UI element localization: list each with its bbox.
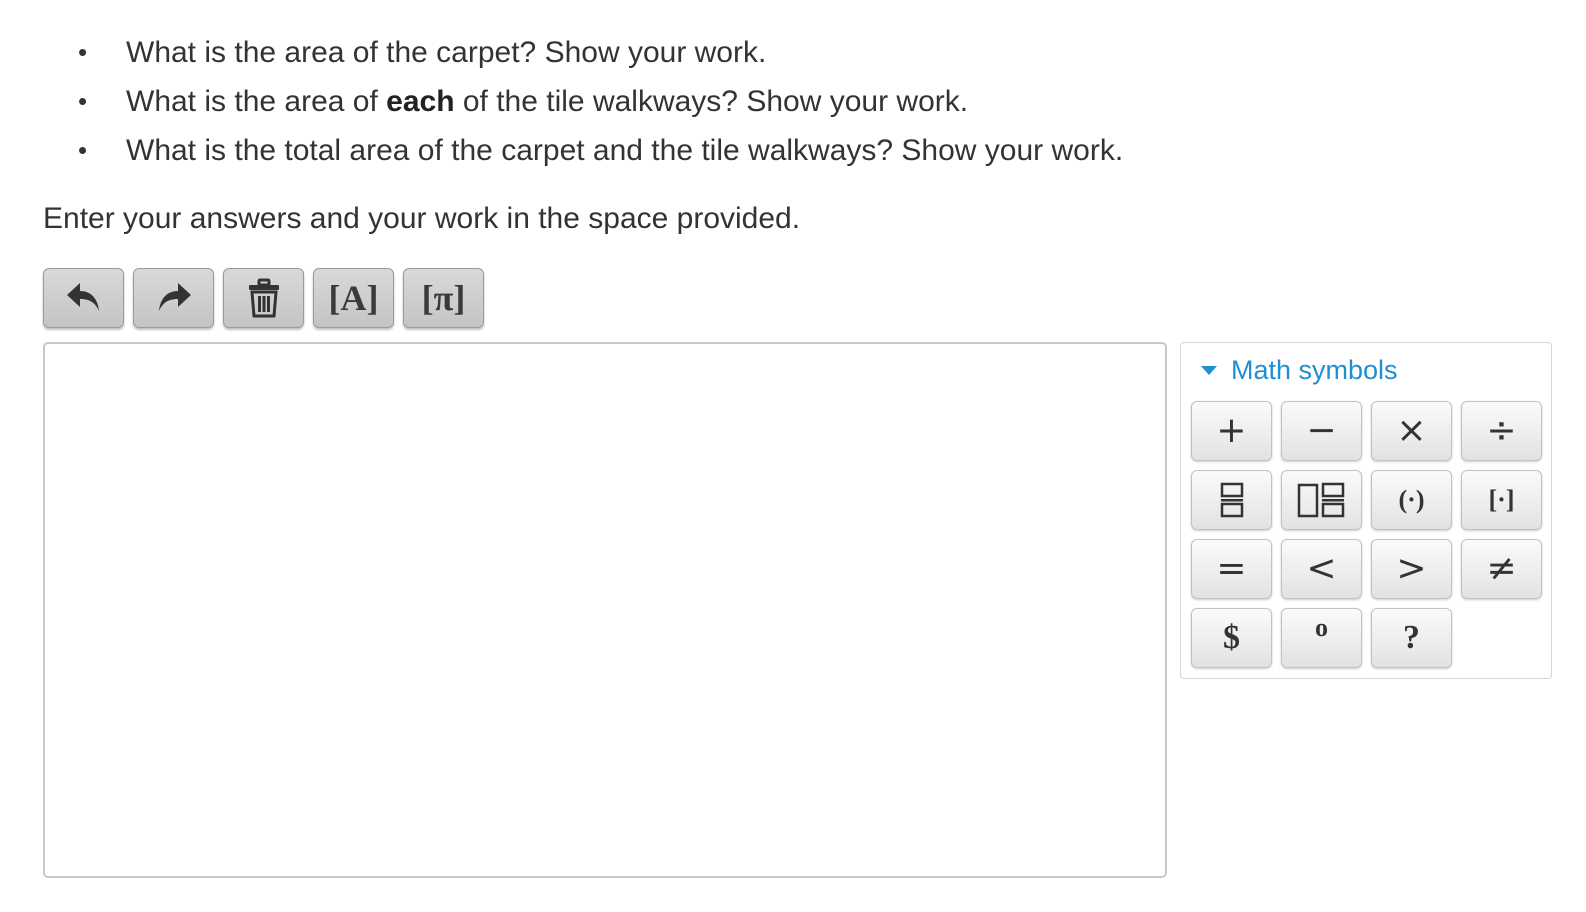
undo-button[interactable] [43, 268, 124, 328]
parentheses-symbol: (·) [1398, 485, 1425, 514]
math-symbols-title: Math symbols [1231, 355, 1398, 385]
bullet: • [78, 86, 88, 116]
editor-toolbar: [A] [π] [43, 268, 484, 328]
insert-math-button[interactable]: [π] [403, 268, 484, 328]
delete-button[interactable] [223, 268, 304, 328]
plus-button[interactable]: + [1191, 401, 1272, 461]
question-text-start: What is the area of [126, 85, 387, 118]
mixed-number-icon [1297, 482, 1344, 518]
not-equal-symbol: ≠ [1486, 548, 1517, 589]
brackets-symbol: [·] [1488, 485, 1515, 514]
plus-symbol: + [1216, 410, 1247, 451]
dollar-symbol: $ [1223, 619, 1240, 656]
math-symbols-panel: Math symbols + − × ÷ (·) [·] = < > ≠ $ o… [1180, 342, 1552, 679]
fraction-icon [1220, 482, 1243, 518]
minus-symbol: − [1306, 410, 1337, 451]
question-text: What is the total area of the carpet and… [126, 134, 1124, 167]
question-item: • What is the total area of the carpet a… [78, 126, 1123, 175]
less-than-symbol: < [1306, 548, 1337, 589]
question-mark-symbol: ? [1403, 619, 1420, 656]
bullet: • [78, 37, 88, 67]
insert-text-label: [A] [328, 278, 379, 318]
fraction-button[interactable] [1191, 470, 1272, 530]
caret-down-icon [1201, 366, 1217, 375]
minus-button[interactable]: − [1281, 401, 1362, 461]
times-button[interactable]: × [1371, 401, 1452, 461]
divide-symbol: ÷ [1486, 410, 1517, 451]
degree-button[interactable]: o [1281, 608, 1362, 668]
brackets-button[interactable]: [·] [1461, 470, 1542, 530]
trash-icon [248, 278, 279, 318]
question-item: • What is the area of each of the tile w… [78, 77, 1123, 126]
question-mark-button[interactable]: ? [1371, 608, 1452, 668]
question-list: • What is the area of the carpet? Show y… [78, 28, 1123, 175]
question-emphasis: each [386, 85, 455, 118]
equals-symbol: = [1216, 548, 1247, 589]
question-text: What is the area of the carpet? Show you… [126, 36, 767, 69]
mixed-number-button[interactable] [1281, 470, 1362, 530]
greater-than-symbol: > [1396, 548, 1427, 589]
instruction-text: Enter your answers and your work in the … [43, 202, 801, 235]
bullet: • [78, 135, 88, 165]
not-equal-button[interactable]: ≠ [1461, 539, 1542, 599]
redo-button[interactable] [133, 268, 214, 328]
question-item: • What is the area of the carpet? Show y… [78, 28, 1123, 77]
answer-editor[interactable] [43, 342, 1167, 878]
divide-button[interactable]: ÷ [1461, 401, 1542, 461]
degree-symbol: o [1315, 613, 1328, 642]
greater-than-button[interactable]: > [1371, 539, 1452, 599]
times-symbol: × [1396, 410, 1427, 451]
question-text-end: of the tile walkways? Show your work. [454, 85, 969, 118]
dollar-button[interactable]: $ [1191, 608, 1272, 668]
insert-math-label: [π] [421, 278, 466, 318]
undo-icon [66, 283, 99, 311]
redo-icon [158, 283, 191, 311]
math-symbols-toggle[interactable]: Math symbols [1201, 355, 1398, 386]
equals-button[interactable]: = [1191, 539, 1272, 599]
insert-text-button[interactable]: [A] [313, 268, 394, 328]
parentheses-button[interactable]: (·) [1371, 470, 1452, 530]
symbol-grid: + − × ÷ (·) [·] = < > ≠ $ o ? [1191, 401, 1542, 668]
less-than-button[interactable]: < [1281, 539, 1362, 599]
